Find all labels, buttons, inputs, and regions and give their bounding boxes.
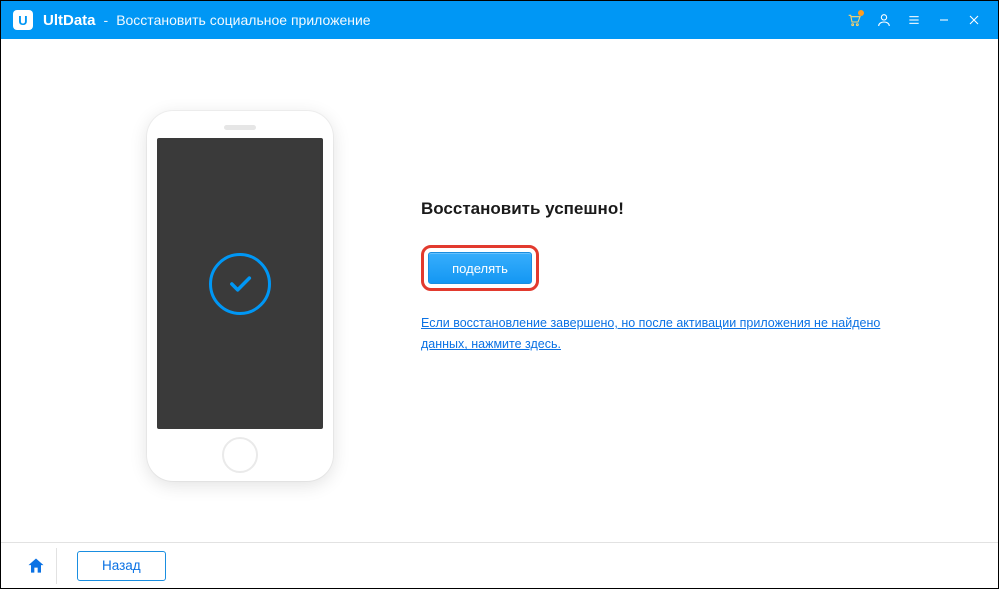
menu-icon[interactable] <box>900 6 928 34</box>
help-link[interactable]: Если восстановление завершено, но после … <box>421 313 921 356</box>
title-separator: - <box>104 12 109 28</box>
home-button[interactable] <box>15 548 57 584</box>
success-check-icon <box>209 253 271 315</box>
success-heading: Восстановить успешно! <box>421 199 931 219</box>
result-panel: Восстановить успешно! поделять Если восс… <box>421 199 931 356</box>
back-button[interactable]: Назад <box>77 551 166 581</box>
titlebar: U UltData - Восстановить социальное прил… <box>1 1 998 39</box>
share-highlight: поделять <box>421 245 539 291</box>
phone-mockup <box>147 111 333 481</box>
user-icon[interactable] <box>870 6 898 34</box>
app-logo: U <box>13 10 33 30</box>
main-content: Восстановить успешно! поделять Если восс… <box>1 39 998 542</box>
window-subtitle: Восстановить социальное приложение <box>116 12 370 28</box>
phone-screen <box>157 138 323 429</box>
phone-speaker <box>224 125 256 130</box>
cart-notification-dot <box>858 10 864 16</box>
footer-bar: Назад <box>1 542 998 588</box>
close-button[interactable] <box>960 6 988 34</box>
minimize-button[interactable] <box>930 6 958 34</box>
share-button[interactable]: поделять <box>428 252 532 284</box>
app-name: UltData <box>43 12 96 29</box>
home-icon <box>26 556 46 576</box>
cart-icon[interactable] <box>840 6 868 34</box>
phone-home-button <box>222 437 258 473</box>
